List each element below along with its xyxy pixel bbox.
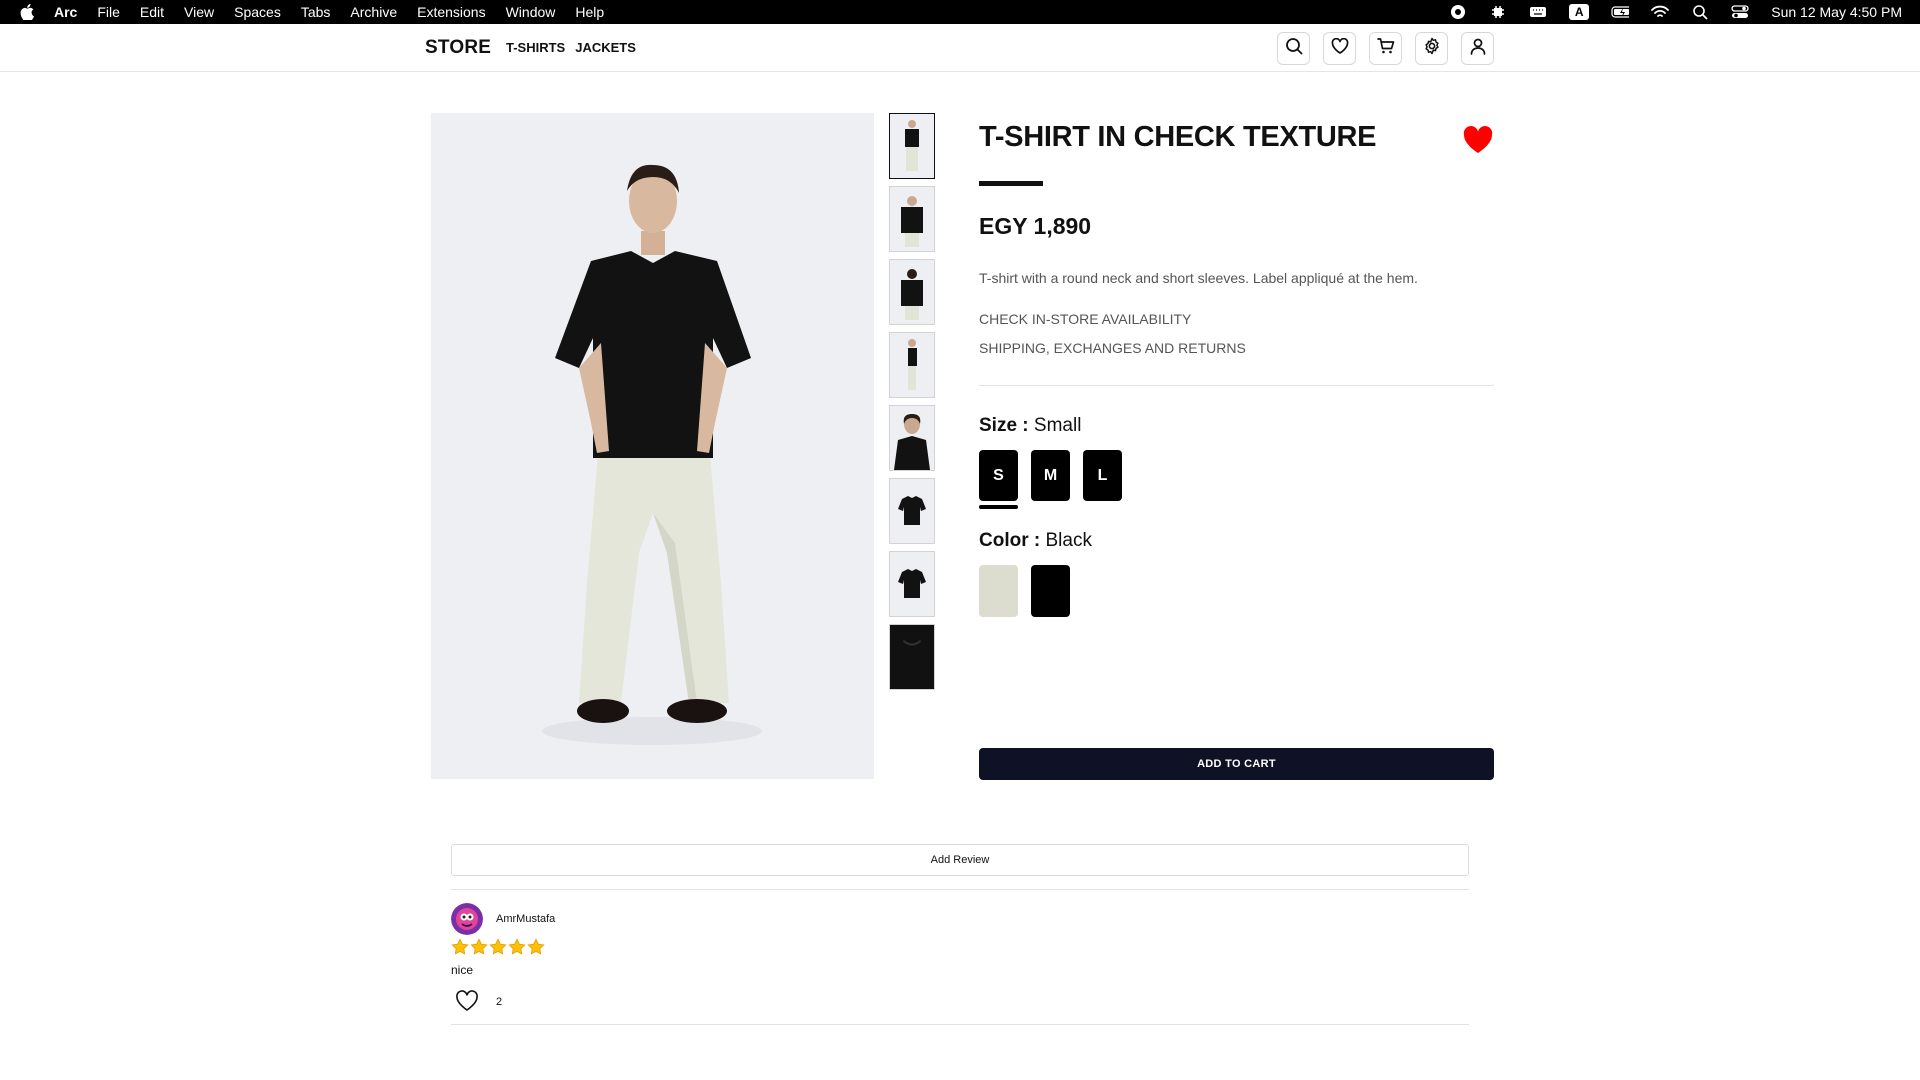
main-nav: T-SHIRTS JACKETS xyxy=(506,40,636,55)
battery-icon[interactable] xyxy=(1611,4,1630,20)
star-icon xyxy=(489,938,507,955)
record-icon[interactable] xyxy=(1449,4,1467,20)
color-swatch-cream[interactable] xyxy=(979,565,1018,617)
product-main-image[interactable] xyxy=(431,113,874,779)
color-label: Color : xyxy=(979,530,1041,551)
size-selected-value: Small xyxy=(1033,415,1082,436)
thumbnail-8[interactable] xyxy=(889,624,935,690)
review-like-count: 2 xyxy=(496,996,503,1008)
menu-tabs[interactable]: Tabs xyxy=(301,4,331,20)
menu-file[interactable]: File xyxy=(97,4,120,20)
settings-button[interactable] xyxy=(1415,32,1448,65)
wifi-icon[interactable] xyxy=(1651,4,1670,20)
title-underline xyxy=(979,181,1043,186)
shipping-returns-link[interactable]: SHIPPING, EXCHANGES AND RETURNS xyxy=(979,340,1246,356)
size-options: S M L xyxy=(979,450,1122,501)
nav-jackets[interactable]: JACKETS xyxy=(575,40,636,55)
favorite-heart-icon[interactable] xyxy=(1462,125,1494,155)
heart-outline-icon[interactable] xyxy=(455,990,479,1012)
selected-size-indicator xyxy=(979,505,1018,509)
reviewer-avatar[interactable] xyxy=(451,903,483,935)
menu-bar-clock[interactable]: Sun 12 May 4:50 PM xyxy=(1771,4,1902,20)
search-button[interactable] xyxy=(1277,32,1310,65)
cart-icon xyxy=(1376,37,1395,60)
thumbnail-7[interactable] xyxy=(889,551,935,617)
review-divider-bottom xyxy=(451,1024,1469,1025)
menu-window[interactable]: Window xyxy=(506,4,556,20)
wishlist-button[interactable] xyxy=(1323,32,1356,65)
check-availability-link[interactable]: CHECK IN-STORE AVAILABILITY xyxy=(979,311,1191,327)
control-center-icon[interactable] xyxy=(1731,4,1749,20)
color-heading: Color : Black xyxy=(979,530,1092,552)
product-thumbnails xyxy=(889,113,935,697)
star-icon xyxy=(470,938,488,955)
menu-view[interactable]: View xyxy=(184,4,214,20)
size-heading: Size : Small xyxy=(979,415,1081,437)
user-icon xyxy=(1469,37,1487,60)
menu-extensions[interactable]: Extensions xyxy=(417,4,485,20)
menu-spaces[interactable]: Spaces xyxy=(234,4,281,20)
size-button-l[interactable]: L xyxy=(1083,450,1122,501)
color-swatch-black[interactable] xyxy=(1031,565,1070,617)
thumbnail-3[interactable] xyxy=(889,259,935,325)
size-label: Size : xyxy=(979,415,1029,436)
menu-help[interactable]: Help xyxy=(575,4,604,20)
nav-tshirts[interactable]: T-SHIRTS xyxy=(506,40,565,55)
section-divider xyxy=(979,385,1494,386)
search-icon xyxy=(1285,37,1303,60)
menu-app-name[interactable]: Arc xyxy=(54,4,77,20)
spotlight-search-icon[interactable] xyxy=(1691,4,1709,20)
thumbnail-5[interactable] xyxy=(889,405,935,471)
gear-icon xyxy=(1423,37,1441,60)
input-source-icon[interactable]: A xyxy=(1569,4,1590,20)
review-rating xyxy=(451,938,545,956)
size-button-s[interactable]: S xyxy=(979,450,1018,501)
gpu-chip-icon[interactable] xyxy=(1489,4,1507,20)
thumbnail-2[interactable] xyxy=(889,186,935,252)
review-divider-top xyxy=(451,889,1469,890)
color-selected-value: Black xyxy=(1045,530,1092,551)
thumbnail-4[interactable] xyxy=(889,332,935,398)
review-text: nice xyxy=(451,963,474,977)
add-review-button[interactable]: Add Review xyxy=(451,844,1469,876)
product-price: EGY 1,890 xyxy=(979,213,1092,239)
store-logo[interactable]: STORE xyxy=(425,37,491,59)
header-actions xyxy=(1277,32,1494,65)
menu-archive[interactable]: Archive xyxy=(350,4,397,20)
menu-edit[interactable]: Edit xyxy=(140,4,164,20)
product-description: T-shirt with a round neck and short slee… xyxy=(979,270,1418,286)
system-menu-bar: Arc File Edit View Spaces Tabs Archive E… xyxy=(0,0,1920,24)
apple-logo-icon[interactable] xyxy=(18,3,36,21)
reviewer-name: AmrMustafa xyxy=(496,913,556,925)
product-title: T-SHIRT IN CHECK TEXTURE xyxy=(979,121,1377,153)
thumbnail-1[interactable] xyxy=(889,113,935,179)
star-icon xyxy=(451,938,469,955)
star-icon xyxy=(508,938,526,955)
store-header: STORE T-SHIRTS JACKETS xyxy=(0,24,1920,72)
add-to-cart-button[interactable]: ADD TO CART xyxy=(979,748,1494,780)
star-icon xyxy=(527,938,545,955)
size-button-m[interactable]: M xyxy=(1031,450,1070,501)
color-options xyxy=(979,565,1070,617)
heart-icon xyxy=(1331,37,1349,59)
cart-button[interactable] xyxy=(1369,32,1402,65)
account-button[interactable] xyxy=(1461,32,1494,65)
keyboard-icon[interactable] xyxy=(1529,4,1547,20)
thumbnail-6[interactable] xyxy=(889,478,935,544)
